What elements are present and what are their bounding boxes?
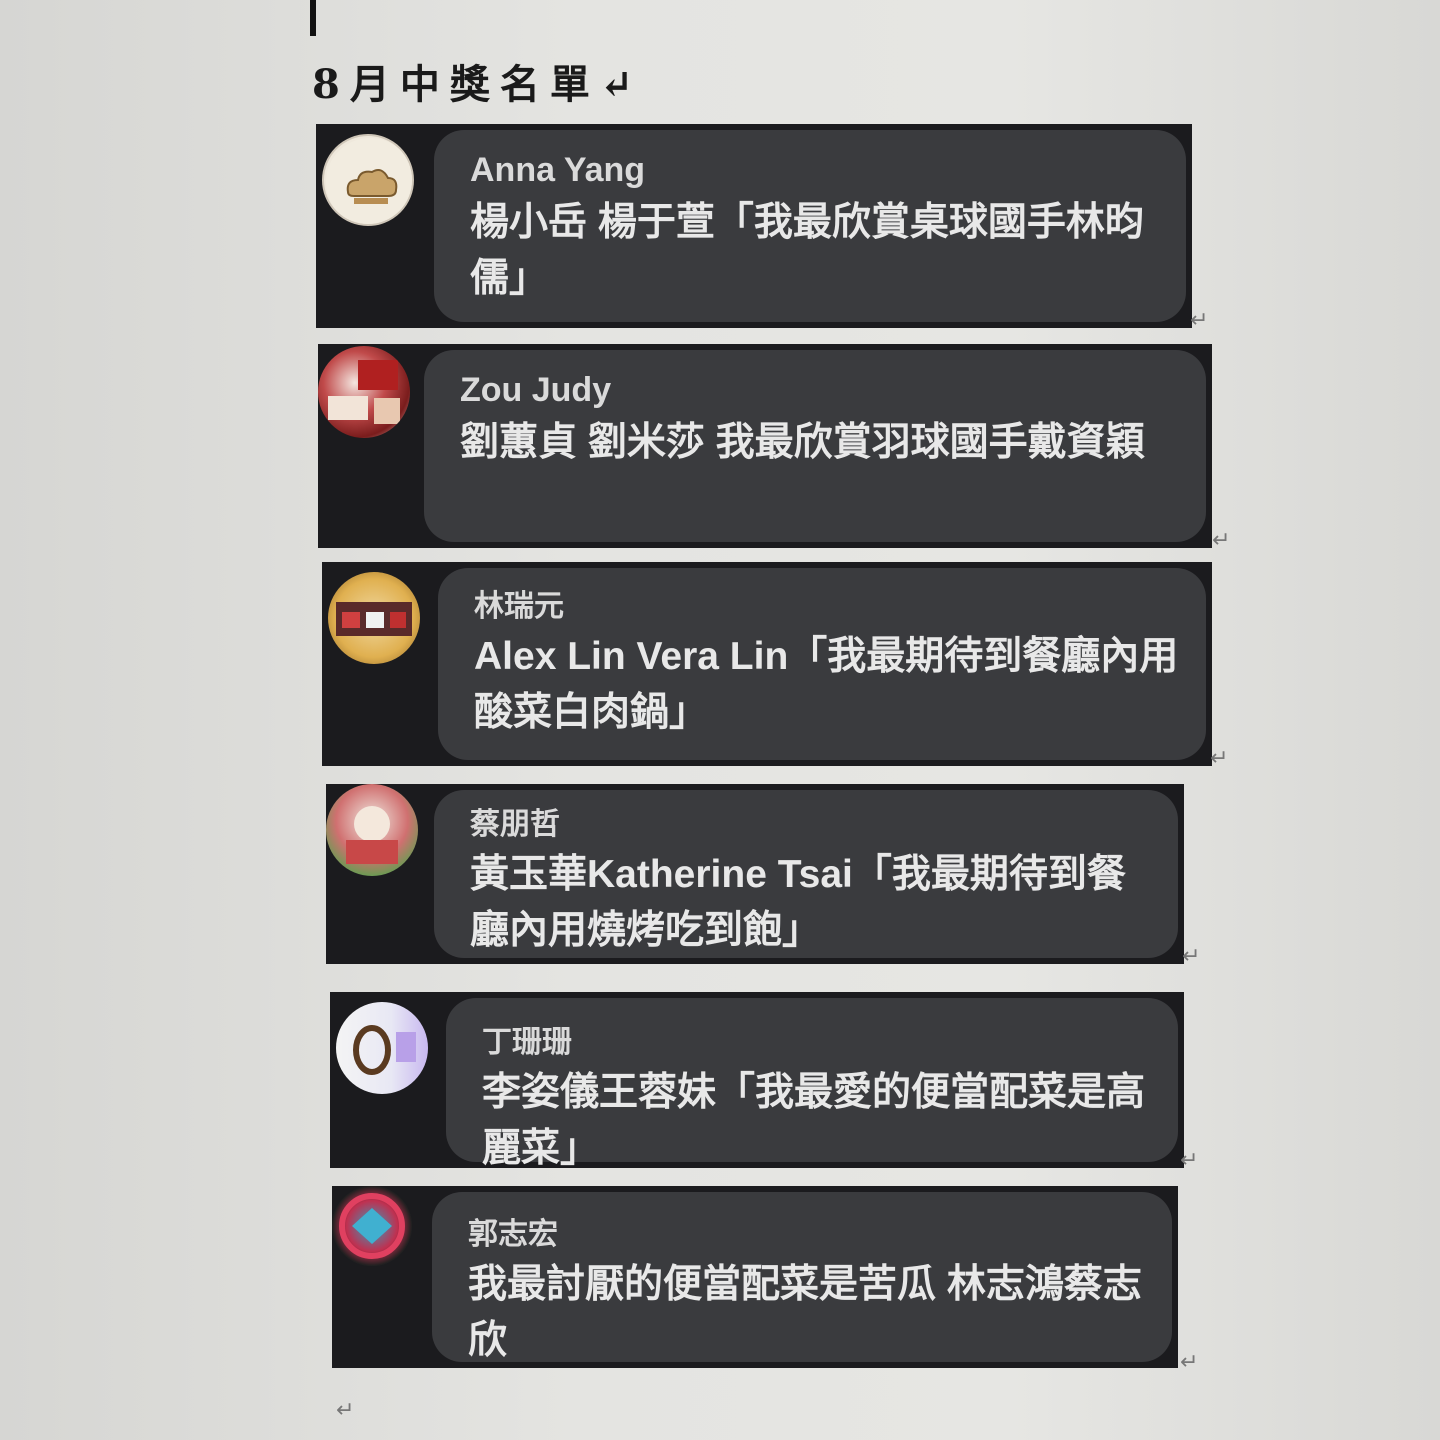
comment-text: 我最討厭的便當配菜是苦瓜 林志鴻蔡志欣 bbox=[468, 1263, 1142, 1362]
comment-screenshot-5: 丁珊珊 李姿儀王蓉妹「我最愛的便當配菜是高麗菜」 bbox=[330, 992, 1184, 1170]
paragraph-mark: ↵ bbox=[1210, 746, 1229, 771]
avatar bbox=[322, 134, 414, 226]
comment-bubble: 蔡朋哲 黃玉華Katherine Tsai「我最期待到餐廳內用燒烤吃到飽」 bbox=[434, 790, 1178, 958]
paragraph-mark: ↵ bbox=[1182, 944, 1201, 969]
cloud-logo-icon bbox=[326, 138, 412, 224]
photo-icon bbox=[336, 602, 412, 636]
comment-screenshot-6: 郭志宏 我最討厭的便當配菜是苦瓜 林志鴻蔡志欣 bbox=[332, 1186, 1178, 1368]
comment-screenshot-4: 蔡朋哲 黃玉華Katherine Tsai「我最期待到餐廳內用燒烤吃到飽」 bbox=[326, 784, 1184, 964]
comment-text: 李姿儀王蓉妹「我最愛的便當配菜是高麗菜」 bbox=[482, 1071, 1146, 1170]
photo-icon bbox=[346, 806, 398, 864]
avatar bbox=[336, 1002, 428, 1094]
avatar bbox=[326, 784, 418, 876]
comment-text: 黃玉華Katherine Tsai「我最期待到餐廳內用燒烤吃到飽」 bbox=[470, 853, 1126, 952]
comment-screenshot-2: Zou Judy 劉蕙貞 劉米莎 我最欣賞羽球國手戴資穎 bbox=[318, 344, 1212, 548]
avatar bbox=[328, 572, 420, 664]
document-title: 8月中獎名單↵ bbox=[312, 61, 644, 108]
comment-bubble: 郭志宏 我最討厭的便當配菜是苦瓜 林志鴻蔡志欣 bbox=[432, 1192, 1172, 1362]
comment-text: 劉蕙貞 劉米莎 我最欣賞羽球國手戴資穎 bbox=[460, 421, 1145, 465]
comment-author: 蔡朋哲 bbox=[470, 808, 560, 841]
avatar bbox=[318, 346, 410, 438]
comment-author: 林瑞元 bbox=[474, 590, 564, 623]
paragraph-mark: ↵ bbox=[336, 1398, 355, 1423]
avatar bbox=[332, 1186, 412, 1266]
comment-author: 郭志宏 bbox=[468, 1218, 558, 1251]
comment-bubble: 丁珊珊 李姿儀王蓉妹「我最愛的便當配菜是高麗菜」 bbox=[446, 998, 1178, 1170]
comment-author: Zou Judy bbox=[460, 371, 612, 409]
text-cursor bbox=[310, 0, 316, 36]
paragraph-mark: ↵ bbox=[1212, 528, 1231, 553]
photo-icon bbox=[339, 1193, 405, 1259]
paragraph-mark: ↵ bbox=[1180, 1148, 1199, 1173]
comment-bubble: Zou Judy 劉蕙貞 劉米莎 我最欣賞羽球國手戴資穎 bbox=[424, 350, 1206, 542]
comment-screenshot-1: Anna Yang 楊小岳 楊于萱「我最欣賞桌球國手林昀儒」 bbox=[316, 124, 1192, 328]
comment-text: Alex Lin Vera Lin「我最期待到餐廳內用酸菜白肉鍋」 bbox=[474, 635, 1179, 734]
photo-icon bbox=[353, 1025, 416, 1075]
paragraph-mark: ↵ bbox=[1190, 308, 1209, 333]
photo-icon bbox=[328, 360, 400, 424]
comment-author: Anna Yang bbox=[470, 151, 646, 189]
comment-bubble: 林瑞元 Alex Lin Vera Lin「我最期待到餐廳內用酸菜白肉鍋」 bbox=[438, 568, 1206, 760]
comment-bubble: Anna Yang 楊小岳 楊于萱「我最欣賞桌球國手林昀儒」 bbox=[434, 130, 1186, 322]
document-page: 8月中獎名單↵ Anna Yang 楊小岳 楊于萱「我最欣賞桌球國手林昀儒」 ↵… bbox=[0, 0, 1440, 1440]
comment-screenshot-3: 林瑞元 Alex Lin Vera Lin「我最期待到餐廳內用酸菜白肉鍋」 bbox=[322, 562, 1212, 766]
comment-author: 丁珊珊 bbox=[482, 1026, 572, 1059]
paragraph-mark: ↵ bbox=[1180, 1350, 1199, 1375]
comment-text: 楊小岳 楊于萱「我最欣賞桌球國手林昀儒」 bbox=[470, 201, 1144, 301]
